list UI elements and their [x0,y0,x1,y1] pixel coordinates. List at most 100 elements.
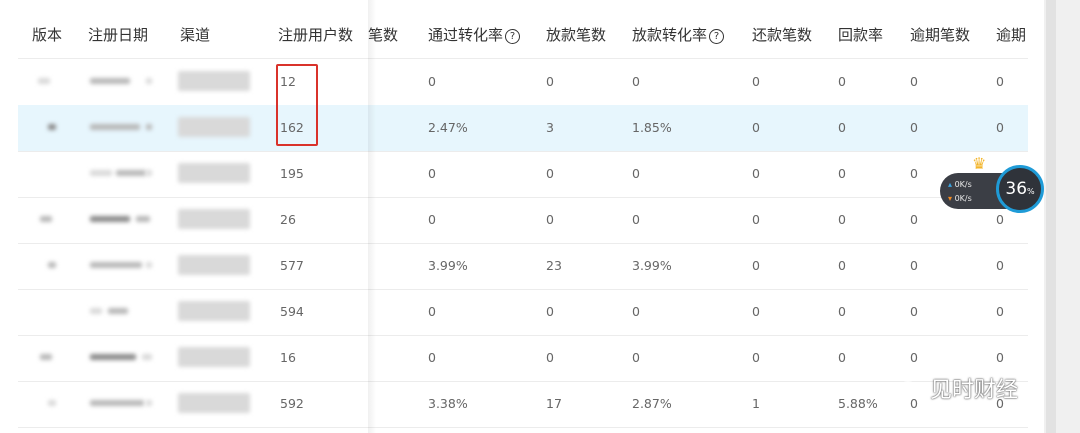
cell-repay-rate: 0 [838,258,846,273]
redacted-cell [146,124,152,130]
help-icon[interactable]: ? [709,29,725,44]
cell-pass-rate: 0 [428,74,436,89]
memory-usage-circle[interactable]: 36% [996,165,1044,213]
col-header-loan-count[interactable]: 放款笔数 [546,24,606,45]
redacted-cell [40,216,52,222]
redacted-cell [90,262,142,268]
cell-overdue-count: 0 [910,258,918,273]
cell-reg-users: 16 [280,350,296,365]
col-header-reg-date[interactable]: 注册日期 [88,24,148,45]
redacted-cell [178,163,250,183]
redacted-cell [178,209,250,229]
cell-loan-count: 3 [546,120,554,135]
cell-repay-rate: 0 [838,212,846,227]
col-header-overdue-count[interactable]: 逾期笔数 [910,24,970,45]
cell-loan-rate: 0 [632,212,640,227]
cell-repay-count: 0 [752,258,760,273]
col-header-version[interactable]: 版本 [32,24,62,45]
cell-reg-users: 195 [280,166,304,181]
cell-repay-rate: 0 [838,120,846,135]
redacted-cell [116,170,146,176]
redacted-cell [48,262,56,268]
usage-percent: 36 [1005,179,1028,199]
redacted-cell [178,117,250,137]
cell-loan-count: 0 [546,212,554,227]
redacted-cell [178,255,250,275]
watermark-text: 见时财经 [930,378,1019,403]
cell-repay-rate: 0 [838,304,846,319]
cell-overdue-more: 0 [996,120,1004,135]
download-speed-value: 0K/s [954,194,972,203]
cell-pass-rate: 0 [428,304,436,319]
redacted-cell [90,308,102,314]
redacted-cell [38,78,50,84]
table-row[interactable]: 592 3.38% 17 2.87% 1 5.88% 0 0 [18,381,1028,428]
table-row[interactable]: 12 0 0 0 0 0 0 0 [18,59,1028,106]
redacted-cell [108,308,128,314]
cell-loan-count: 0 [546,74,554,89]
cell-pass-rate: 3.38% [428,396,468,411]
redacted-cell [146,400,152,406]
col-header-channel[interactable]: 渠道 [180,24,210,45]
redacted-cell [90,400,144,406]
redacted-cell [90,216,130,222]
redacted-cell [146,170,152,176]
cell-loan-rate: 3.99% [632,258,672,273]
cell-reg-users: 26 [280,212,296,227]
cell-reg-users: 577 [280,258,304,273]
table-row[interactable]: 16 0 0 0 0 0 0 0 [18,335,1028,382]
col-header-loan-rate[interactable]: 放款转化率? [632,24,725,45]
table-row[interactable]: 162 2.47% 3 1.85% 0 0 0 0 [18,105,1028,152]
cell-repay-count: 0 [752,120,760,135]
cell-pass-rate: 0 [428,350,436,365]
cell-overdue-more: 0 [996,74,1004,89]
table-row[interactable]: 594 0 0 0 0 0 0 0 [18,289,1028,336]
cell-overdue-more: 0 [996,304,1004,319]
cell-loan-rate: 0 [632,166,640,181]
cell-pass-rate: 0 [428,166,436,181]
redacted-cell [136,216,150,222]
redacted-cell [142,354,152,360]
cell-overdue-count: 0 [910,74,918,89]
cell-reg-users: 592 [280,396,304,411]
redacted-cell [48,400,56,406]
table-row[interactable]: 26 0 0 0 0 0 0 0 [18,197,1028,244]
col-header-reg-users[interactable]: 注册用户数 [278,24,353,45]
cell-overdue-count: 0 [910,166,918,181]
table-row[interactable]: 577 3.99% 23 3.99% 0 0 0 0 [18,243,1028,290]
cell-overdue-count: 0 [910,212,918,227]
col-label: 通过转化率 [428,26,504,44]
network-speed-widget[interactable]: ▴ 0K/s ▾ 0K/s 36% [940,165,1046,215]
redacted-cell [90,78,130,84]
cell-overdue-more: 0 [996,350,1004,365]
cell-loan-rate: 0 [632,304,640,319]
usage-percent-unit: % [1027,187,1035,196]
cell-reg-users: 594 [280,304,304,319]
upload-speed-value: 0K/s [954,180,972,189]
col-header-overdue[interactable]: 逾期 [996,24,1026,45]
cell-loan-rate: 2.87% [632,396,672,411]
cell-overdue-count: 0 [910,304,918,319]
cell-loan-count: 0 [546,350,554,365]
help-icon[interactable]: ? [505,29,521,44]
col-header-repay-count[interactable]: 还款笔数 [752,24,812,45]
cell-pass-rate: 0 [428,212,436,227]
cell-overdue-more: 0 [996,258,1004,273]
col-header-repay-rate[interactable]: 回款率 [838,24,883,45]
cell-repay-rate: 0 [838,350,846,365]
scrollbar-thumb[interactable] [1046,0,1056,433]
table-row[interactable]: 195 0 0 0 0 0 0 [18,151,1028,198]
redacted-cell [146,78,152,84]
redacted-cell [90,124,140,130]
cell-overdue-count: 0 [910,120,918,135]
frozen-columns-shadow [368,0,376,433]
col-header-pass-rate[interactable]: 通过转化率? [428,24,521,45]
cell-repay-count: 0 [752,74,760,89]
cell-loan-count: 17 [546,396,562,411]
redacted-cell [90,354,136,360]
cell-loan-rate: 0 [632,350,640,365]
annotation-highlight-box [276,64,318,146]
redacted-cell [146,262,152,268]
cell-repay-count: 1 [752,396,760,411]
cell-repay-rate: 0 [838,166,846,181]
